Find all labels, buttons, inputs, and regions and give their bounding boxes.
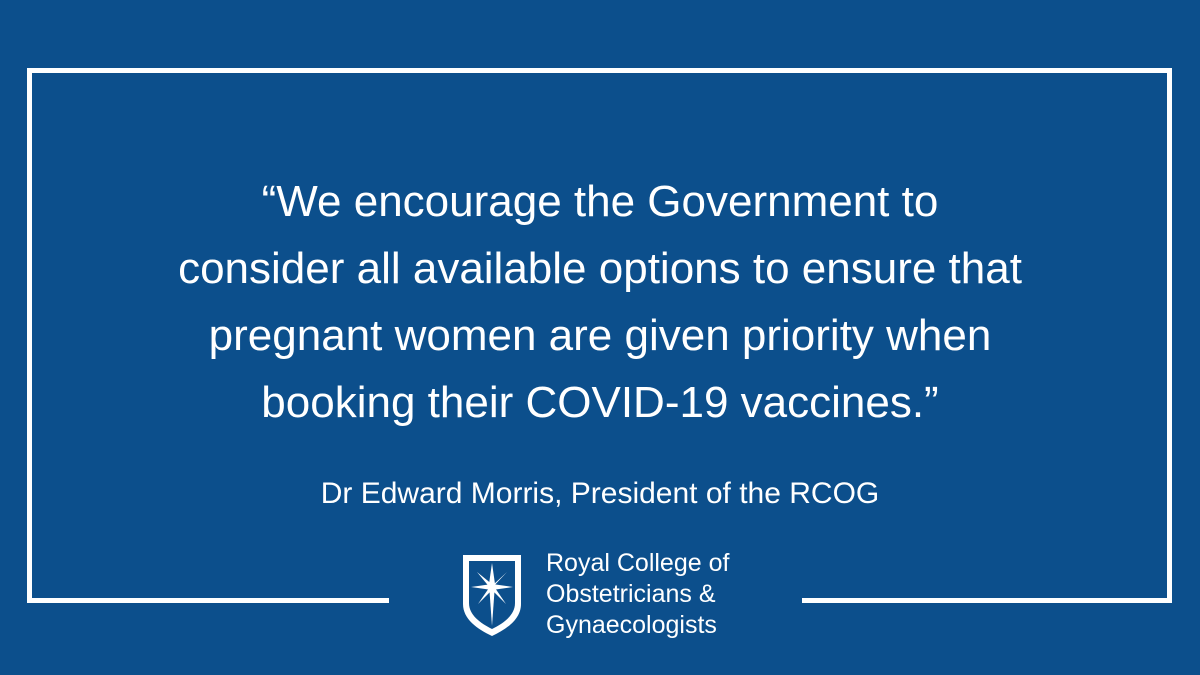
frame-bottom-left-border (27, 598, 389, 603)
logo-wordmark: Royal College of Obstetricians & Gynaeco… (546, 548, 776, 641)
frame-bottom-right-border (802, 598, 1172, 603)
quote-line: booking their COVID-19 vaccines.” (261, 378, 939, 427)
frame-right-border (1167, 68, 1172, 603)
frame-left-border (27, 68, 32, 603)
quote-line: consider all available options to ensure… (178, 244, 1022, 293)
quote-attribution: Dr Edward Morris, President of the RCOG (320, 477, 880, 510)
star-shield-icon (463, 555, 521, 636)
logo-text-line: Royal College of (546, 549, 730, 577)
rcog-logo: Royal College of Obstetricians & Gynaeco… (460, 549, 780, 642)
quote-card: “We encourage the Government to consider… (0, 0, 1200, 675)
logo-text-line: Gynaecologists (546, 611, 717, 639)
quote-line: “We encourage the Government to (261, 177, 939, 226)
quote-line: pregnant women are given priority when (208, 311, 992, 360)
frame-top-border (27, 68, 1172, 73)
quote-text: “We encourage the Government to consider… (60, 168, 1140, 436)
logo-text-line: Obstetricians & (546, 580, 716, 608)
